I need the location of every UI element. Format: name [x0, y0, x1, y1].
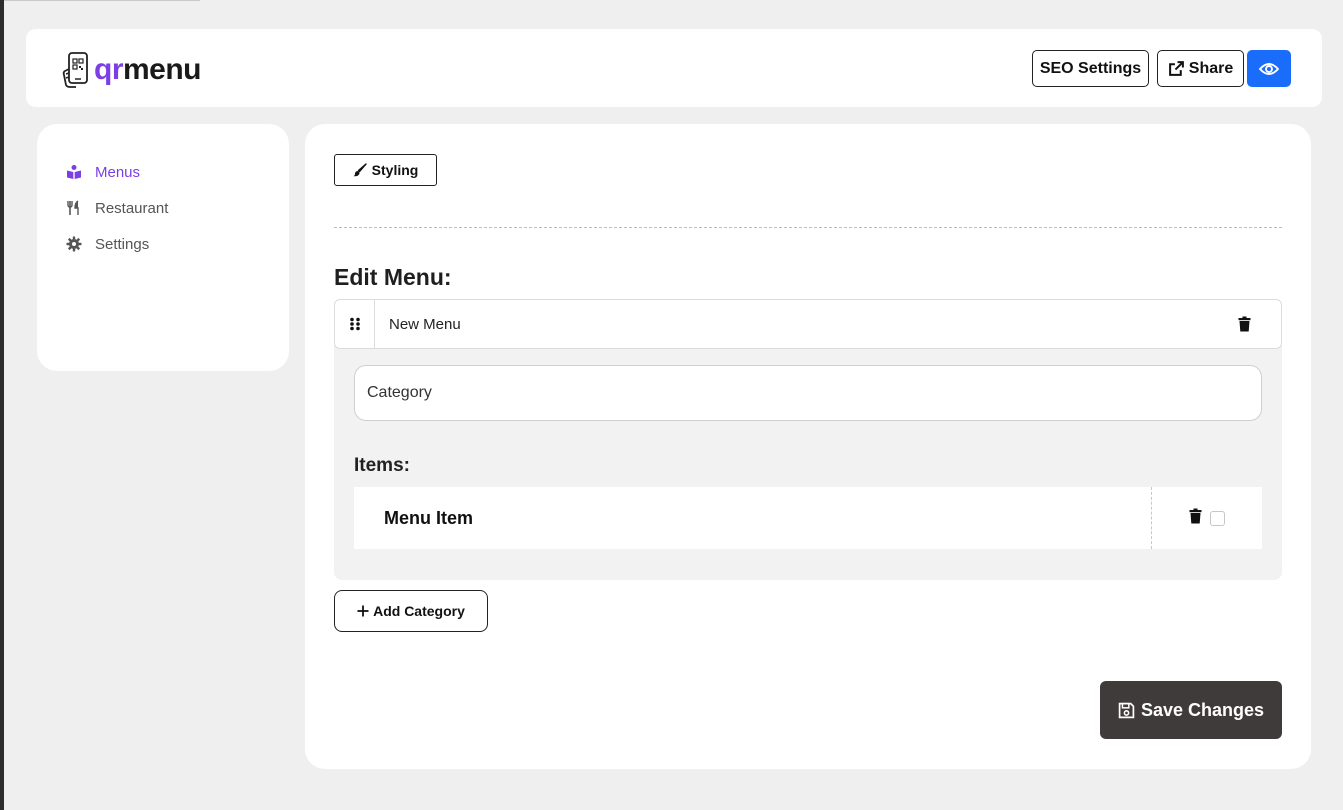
main-panel: Styling Edit Menu: New Menu Category Ite… — [305, 124, 1311, 769]
gear-icon — [66, 236, 82, 252]
sidebar-item-label: Restaurant — [95, 199, 169, 217]
save-changes-label: Save Changes — [1140, 699, 1265, 720]
sidebar: Menus Restaurant Settings — [37, 124, 289, 371]
items-title: Items: — [354, 455, 410, 476]
seo-settings-label: SEO Settings — [1039, 59, 1142, 77]
plus-icon — [357, 605, 369, 617]
sidebar-item-restaurant[interactable]: Restaurant — [37, 190, 289, 226]
phone-qr-icon — [62, 52, 88, 88]
delete-menu-button[interactable] — [1229, 316, 1259, 332]
menu-header: New Menu — [334, 299, 1282, 349]
book-icon — [66, 164, 82, 180]
styling-label: Styling — [371, 162, 419, 178]
preview-button[interactable] — [1247, 50, 1291, 87]
edit-menu-title: Edit Menu: — [334, 264, 452, 290]
sidebar-item-menus[interactable]: Menus — [37, 154, 289, 190]
menu-card: New Menu Category Items: Menu Item — [334, 299, 1282, 580]
app-header: qrmenu SEO Settings Share — [26, 29, 1322, 107]
menu-item-name: Menu Item — [384, 507, 474, 528]
add-category-label: Add Category — [373, 603, 465, 619]
item-actions — [1151, 487, 1262, 549]
logo-text-menu: menu — [123, 53, 202, 86]
styling-button[interactable]: Styling — [334, 154, 437, 186]
save-changes-button[interactable]: Save Changes — [1100, 681, 1282, 739]
category-input[interactable]: Category — [354, 365, 1262, 421]
delete-item-button[interactable] — [1189, 508, 1202, 529]
paintbrush-icon — [353, 163, 367, 177]
share-label: Share — [1188, 59, 1234, 77]
share-button[interactable]: Share — [1157, 50, 1244, 87]
seo-settings-button[interactable]: SEO Settings — [1032, 50, 1149, 87]
trash-icon — [1238, 316, 1250, 332]
window-top-edge — [4, 0, 200, 1]
sidebar-item-settings[interactable]: Settings — [37, 226, 289, 262]
logo-text-qr: qr — [94, 53, 124, 86]
sidebar-item-label: Menus — [95, 163, 141, 181]
window-left-edge — [0, 0, 4, 810]
section-divider — [334, 227, 1282, 228]
menu-name-field[interactable]: New Menu — [375, 300, 1229, 348]
utensils-icon — [66, 200, 82, 216]
add-category-button[interactable]: Add Category — [334, 590, 488, 632]
list-item[interactable]: Menu Item — [354, 487, 1262, 549]
drag-handle-icon[interactable] — [335, 300, 375, 348]
logo-text: qrmenu — [94, 53, 202, 86]
external-link-icon — [1168, 61, 1184, 76]
sidebar-item-label: Settings — [95, 235, 150, 253]
item-checkbox[interactable] — [1210, 510, 1225, 526]
trash-icon — [1189, 508, 1202, 523]
logo[interactable]: qrmenu — [62, 51, 202, 89]
eye-icon — [1259, 62, 1279, 75]
floppy-disk-icon — [1118, 702, 1135, 718]
